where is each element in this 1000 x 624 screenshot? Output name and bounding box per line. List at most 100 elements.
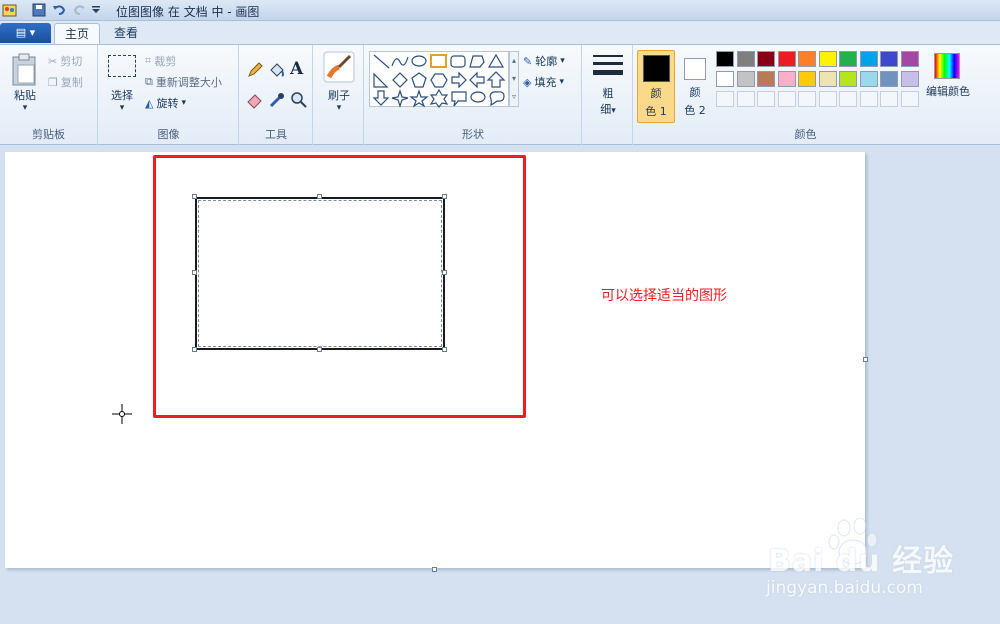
empty-color-swatch[interactable] [880,91,898,107]
color-swatch[interactable] [839,51,857,67]
size-label-bottom: 细▾ [600,103,616,116]
tab-view[interactable]: 查看 [104,23,150,45]
shape-handle-tc[interactable] [317,194,322,199]
color-swatch[interactable] [716,71,734,87]
magnifier-icon[interactable] [290,91,308,109]
crop-button[interactable]: ⌗ 裁剪 [145,53,176,69]
line-width-icon [593,55,623,75]
empty-color-swatch[interactable] [757,91,775,107]
brushes-button[interactable]: 刷子 ▾ [320,51,358,121]
brushes-label: 刷子 [328,89,350,102]
rounded-rectangle-shape-icon [450,55,466,68]
rotate-button[interactable]: ◭ 旋转 ▾ [145,95,186,111]
undo-icon[interactable] [51,2,67,18]
color-picker-icon[interactable] [268,91,286,109]
file-menu-button[interactable]: ▤ ▾ [0,23,51,43]
empty-color-swatch[interactable] [859,91,878,107]
shape-handle-bl[interactable] [192,347,197,352]
paste-dropdown-icon[interactable]: ▾ [8,103,42,113]
color-swatch[interactable] [900,71,919,87]
canvas-resize-handle-bottom[interactable] [432,567,437,572]
empty-color-swatch[interactable] [900,91,919,107]
color-swatch[interactable] [736,51,755,67]
color-swatch[interactable] [839,71,857,87]
copy-button[interactable]: ❐ 复制 [48,74,83,90]
empty-color-swatch[interactable] [736,91,755,107]
color-swatch[interactable] [880,51,898,67]
color-swatch[interactable] [757,51,775,67]
empty-color-swatch[interactable] [798,91,816,107]
cut-button[interactable]: ✂ 剪切 [48,53,82,69]
empty-color-swatch[interactable] [777,91,796,107]
select-button[interactable]: 选择 ▾ [105,53,139,119]
color1-button[interactable]: 颜 色 1 [637,50,675,123]
fill-bucket-small-icon: ◈ [523,75,532,89]
eraser-icon[interactable] [246,91,264,109]
outline-button[interactable]: ✎ 轮廓 ▾ [523,53,565,69]
color-swatch[interactable] [859,71,878,87]
color1-swatch [643,55,670,82]
color-swatch[interactable] [880,71,898,87]
crop-label: 裁剪 [154,55,177,68]
copy-label: 复制 [60,76,83,89]
customize-qa-icon[interactable] [90,2,102,18]
save-icon[interactable] [31,2,47,18]
copy-icon: ❐ [48,75,58,89]
triangle-shape-icon [487,53,505,68]
paste-button[interactable]: 粘贴 ▾ [8,51,42,119]
color-swatch[interactable] [777,51,796,67]
rotate-dropdown-icon: ▾ [181,98,186,108]
brushes-dropdown-icon[interactable]: ▾ [320,103,358,113]
shape-handle-ml[interactable] [192,270,197,275]
drawn-rectangle-shape[interactable] [195,197,445,350]
tab-row [0,21,1000,45]
color-swatch[interactable] [777,71,796,87]
select-label: 选择 [111,89,133,102]
colors-group-label: 颜色 [794,128,817,141]
color-palette [716,51,922,111]
color-swatch[interactable] [900,51,919,67]
shape-handle-tr[interactable] [442,194,447,199]
empty-color-swatch[interactable] [839,91,857,107]
shapes-group-label: 形状 [462,128,484,141]
select-dropdown-icon[interactable]: ▾ [105,103,139,113]
color-swatch[interactable] [818,71,837,87]
rectangle-shape-icon [430,54,447,68]
tab-home[interactable]: 主页 [54,23,100,45]
edit-colors-button[interactable]: 编辑颜色 [922,51,974,101]
color-swatch[interactable] [818,51,837,67]
color2-label-top: 颜 [689,86,701,99]
empty-color-swatch[interactable] [716,91,734,107]
color-swatch[interactable] [798,51,816,67]
color1-label-top: 颜 [650,87,662,100]
color-swatch[interactable] [757,71,775,87]
resize-button[interactable]: ⧉ 重新调整大小 [145,74,222,90]
empty-color-swatch[interactable] [818,91,837,107]
size-button[interactable]: 粗 细▾ [589,53,627,123]
down-arrow-shape-icon [372,90,390,106]
color2-button[interactable]: 颜 色 2 [677,50,715,123]
paint-app-icon[interactable] [2,2,18,18]
outline-label: 轮廓 [535,55,558,68]
up-arrow-shape-icon [486,71,506,88]
shape-handle-mr[interactable] [442,270,447,275]
color-swatch[interactable] [716,51,734,67]
shape-handle-br[interactable] [442,347,447,352]
canvas-resize-handle-right[interactable] [863,357,868,362]
window-title: 位图图像 在 文档 中 - 画图 [116,5,260,19]
shape-handle-bc[interactable] [317,347,322,352]
fill-button[interactable]: ◈ 填充 ▾ [523,74,564,90]
color-swatch[interactable] [859,51,878,67]
image-group: 选择 ▾ ⌗ 裁剪 ⧉ 重新调整大小 ◭ 旋转 ▾ 图像 [99,45,239,145]
color-swatch[interactable] [736,71,755,87]
shapes-group: ▴ ▾ ▿ ✎ 轮廓 ▾ ◈ 填充 ▾ 形状 [365,45,582,145]
shape-handle-tl[interactable] [192,194,197,199]
redo-icon[interactable] [72,2,88,18]
shapes-scroll-bar[interactable]: ▴ ▾ ▿ [509,51,519,107]
fill-bucket-icon[interactable] [268,61,286,79]
tools-group-label: 工具 [265,128,287,141]
pencil-icon[interactable] [246,61,264,79]
polygon-shape-icon [469,55,485,68]
text-tool-icon[interactable]: A [290,59,303,79]
color-swatch[interactable] [798,71,816,87]
